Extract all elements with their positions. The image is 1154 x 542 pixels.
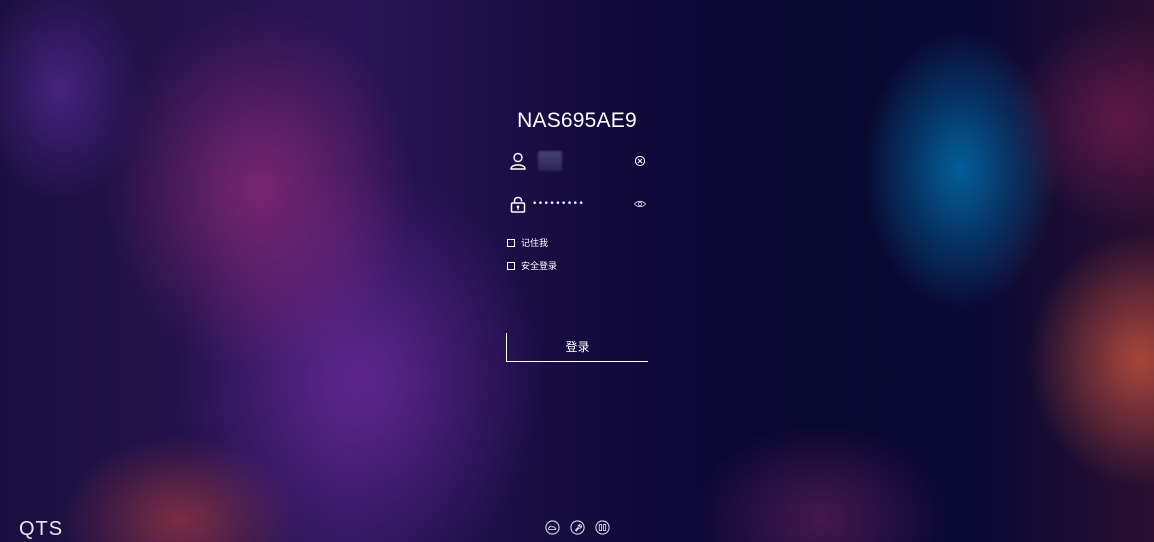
secure-login-label: 安全登录 — [521, 262, 558, 272]
background — [0, 0, 1154, 542]
username-redacted — [538, 151, 562, 171]
remember-me-option[interactable]: 记住我 — [507, 237, 548, 251]
login-button[interactable]: 登录 — [506, 333, 648, 362]
tools-icon[interactable] — [570, 520, 585, 535]
eye-icon[interactable] — [634, 198, 646, 210]
cloud-icon[interactable] — [545, 520, 560, 535]
user-icon — [510, 152, 526, 170]
apps-icon[interactable] — [595, 520, 610, 535]
remember-me-label: 记住我 — [521, 239, 549, 249]
device-name: NAS695AE9 — [517, 109, 637, 132]
clear-icon[interactable] — [634, 155, 646, 167]
footer-toolbar — [545, 520, 611, 536]
username-input[interactable] — [532, 150, 630, 172]
password-field[interactable]: ••••••••• — [506, 191, 648, 217]
secure-login-option[interactable]: 安全登录 — [507, 260, 557, 274]
username-field[interactable] — [506, 148, 648, 174]
remember-me-checkbox[interactable] — [507, 239, 515, 247]
secure-login-checkbox[interactable] — [507, 262, 515, 270]
password-input[interactable]: ••••••••• — [532, 193, 630, 215]
qts-logo: QTS — [19, 518, 64, 540]
lock-icon — [510, 196, 526, 213]
